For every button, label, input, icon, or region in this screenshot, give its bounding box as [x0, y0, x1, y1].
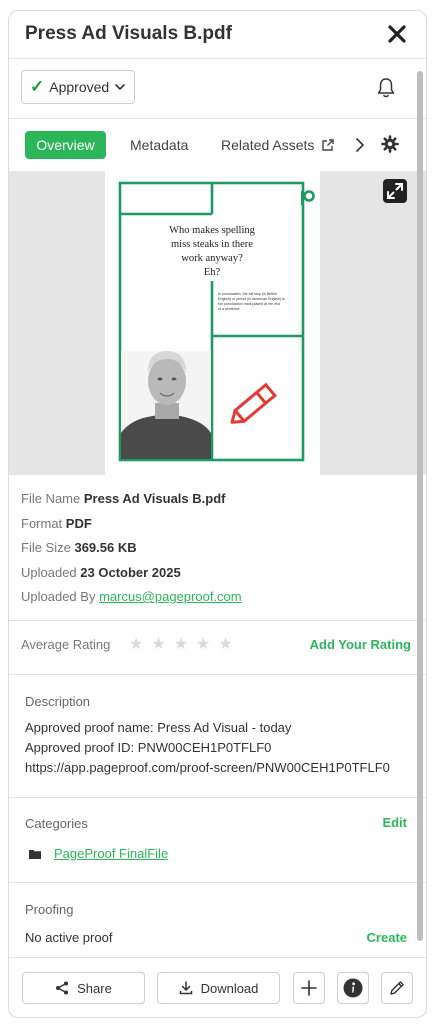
file-name-row: File Name Press Ad Visuals B.pdf	[21, 487, 401, 512]
settings-button[interactable]	[381, 135, 399, 153]
star-icon[interactable]: ★	[151, 637, 165, 653]
category-link[interactable]: PageProof FinalFile	[54, 846, 168, 861]
pdf-page-thumbnail: Who makes spelling miss steaks in there …	[105, 171, 320, 475]
status-row: ✓ Approved	[9, 59, 426, 119]
tab-metadata[interactable]: Metadata	[130, 131, 188, 159]
share-icon	[56, 981, 69, 995]
preview-small-text-3: the punctuation mark placed at the end	[218, 302, 280, 306]
approval-status-label: Approved	[49, 79, 110, 95]
file-size-row: File Size 369.56 KB	[21, 536, 401, 561]
edit-categories-link[interactable]: Edit	[382, 815, 407, 830]
proofing-title: Proofing	[25, 902, 74, 917]
external-link-icon	[322, 139, 335, 151]
footer-actions: Share Download	[9, 957, 426, 1017]
portrait-photo	[121, 351, 211, 459]
info-icon	[343, 978, 363, 998]
rating-stars: ★ ★ ★ ★ ★	[129, 637, 233, 653]
add-rating-link[interactable]: Add Your Rating	[310, 637, 411, 652]
download-icon	[179, 981, 192, 995]
file-format-label: Format	[21, 515, 66, 531]
uploaded-by-row: Uploaded By marcus@pageproof.com	[21, 585, 401, 610]
scrollbar-thumb[interactable]	[417, 71, 423, 941]
notifications-button[interactable]	[376, 77, 396, 99]
add-button[interactable]	[293, 972, 325, 1004]
asset-details-panel: Press Ad Visuals B.pdf ✓ Approved Overvi…	[8, 10, 427, 1018]
asset-preview[interactable]: Who makes spelling miss steaks in there …	[9, 171, 426, 475]
star-icon[interactable]: ★	[129, 637, 143, 653]
chevron-down-icon	[115, 83, 125, 90]
scrollbar[interactable]	[416, 59, 424, 957]
download-label: Download	[200, 980, 259, 996]
file-size-value: 369.56 KB	[74, 540, 137, 555]
info-button[interactable]	[337, 972, 369, 1004]
uploaded-label: Uploaded	[21, 564, 81, 580]
categories-title: Categories	[25, 816, 88, 831]
gear-icon	[381, 135, 399, 153]
tab-related-label: Related Assets	[221, 137, 315, 153]
pencil-icon	[390, 981, 404, 995]
panel-header: Press Ad Visuals B.pdf	[9, 11, 426, 59]
preview-headline-4: Eh?	[204, 267, 221, 278]
preview-small-text-1: In punctuation, the full stop (in Britis…	[218, 292, 277, 296]
approval-status-dropdown[interactable]: ✓ Approved	[21, 70, 135, 104]
preview-headline-1: Who makes spelling	[169, 225, 255, 236]
file-size-label: File Size	[21, 540, 75, 555]
description-line: Approved proof name: Press Ad Visual - t…	[25, 720, 292, 735]
share-label: Share	[77, 980, 112, 996]
share-button[interactable]: Share	[22, 972, 145, 1004]
tabs-scroll-right-button[interactable]	[353, 137, 367, 153]
preview-small-text-2: English) or period (in American English)…	[218, 297, 285, 301]
folder-icon	[29, 850, 41, 859]
file-format-value: PDF	[65, 515, 92, 531]
expand-icon	[387, 183, 403, 199]
description-line: Approved proof ID: PNW00CEH1P0TFLF0	[25, 740, 272, 755]
preview-small-text-4: of a sentence.	[218, 307, 241, 311]
divider	[9, 882, 426, 883]
uploaded-by-label: Uploaded By	[21, 589, 100, 604]
download-button[interactable]: Download	[157, 972, 280, 1004]
tab-overview[interactable]: Overview	[25, 131, 106, 159]
check-icon: ✓	[30, 77, 45, 96]
file-format-row: Format PDF	[21, 512, 401, 537]
create-proof-link[interactable]: Create	[367, 930, 407, 945]
divider	[9, 674, 426, 675]
fullscreen-button[interactable]	[383, 179, 407, 203]
uploaded-by-link[interactable]: marcus@pageproof.com	[99, 589, 242, 604]
uploaded-row: Uploaded 23 October 2025	[21, 561, 401, 586]
divider	[9, 620, 426, 621]
file-title: Press Ad Visuals B.pdf	[25, 23, 232, 44]
tab-bar: Overview Metadata Related Assets	[9, 119, 426, 171]
file-name-label: File Name	[21, 491, 84, 506]
tab-related-assets[interactable]: Related Assets	[221, 131, 335, 159]
average-rating-label: Average Rating	[21, 637, 111, 652]
description-title: Description	[25, 694, 91, 709]
star-icon[interactable]: ★	[196, 637, 210, 653]
preview-headline-2: miss steaks in there	[171, 239, 253, 250]
close-icon	[388, 25, 406, 43]
proofing-status: No active proof	[25, 930, 113, 945]
close-button[interactable]	[384, 21, 410, 47]
star-icon[interactable]: ★	[174, 637, 188, 653]
edit-button[interactable]	[381, 972, 413, 1004]
divider	[9, 797, 426, 798]
plus-icon	[301, 980, 317, 996]
description-line: https://app.pageproof.com/proof-screen/P…	[25, 760, 390, 775]
tab-metadata-label: Metadata	[130, 137, 189, 153]
description-text: Approved proof name: Press Ad Visual - t…	[25, 718, 415, 778]
star-icon[interactable]: ★	[218, 637, 232, 653]
chevron-right-icon	[356, 138, 365, 152]
file-info: File Name Press Ad Visuals B.pdf Format …	[21, 487, 401, 610]
bell-icon	[377, 78, 395, 98]
uploaded-value: 23 October 2025	[80, 564, 181, 580]
file-name-value: Press Ad Visuals B.pdf	[83, 491, 226, 506]
preview-headline-3: work anyway?	[181, 253, 243, 264]
